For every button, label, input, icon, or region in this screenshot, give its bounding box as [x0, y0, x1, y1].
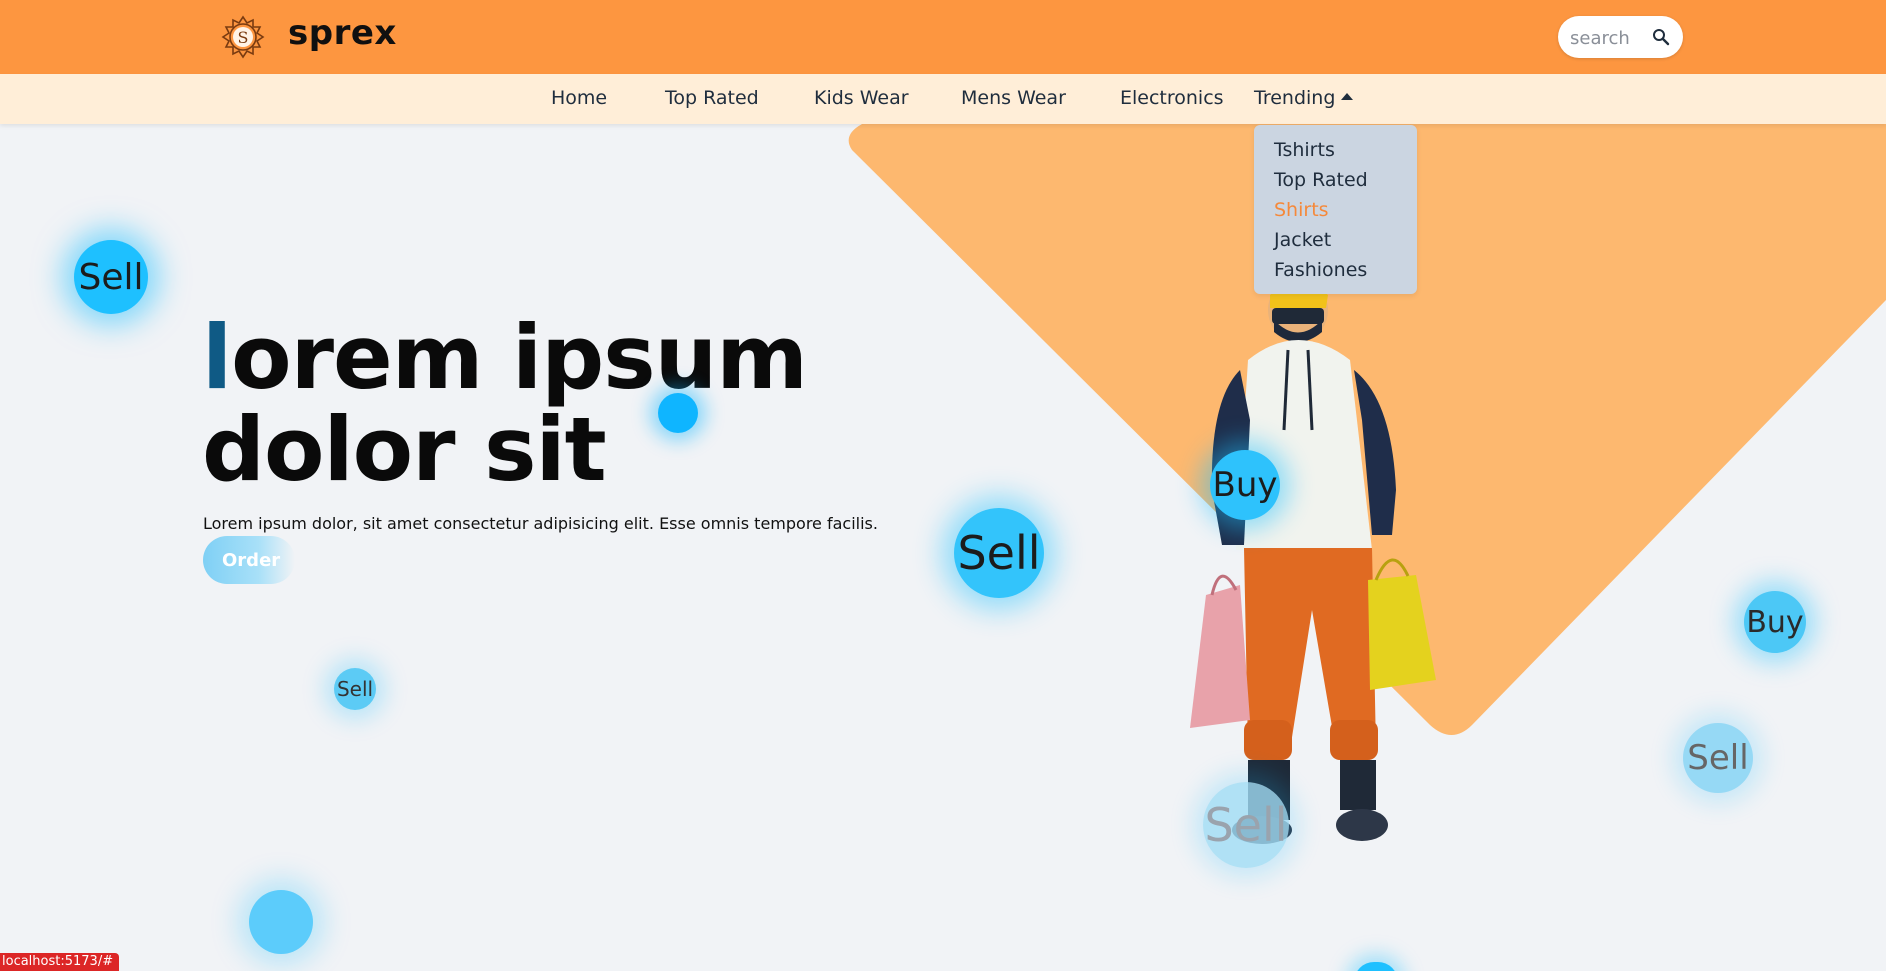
buy-bubble-label: Buy — [1212, 465, 1278, 505]
trending-dropdown-menu: Tshirts Top Rated Shirts Jacket Fashione… — [1254, 125, 1417, 294]
hero-title-line2: dolor sit — [202, 398, 607, 501]
sell-bubble-label: Sell — [78, 256, 144, 298]
decorative-bubble — [249, 890, 313, 954]
nav-item-trending[interactable]: Trending — [1254, 87, 1354, 109]
sell-bubble[interactable]: Sell — [1203, 782, 1289, 868]
sell-bubble-label: Sell — [1687, 738, 1749, 778]
brand-logo-icon[interactable]: S — [221, 15, 265, 59]
search-box — [1558, 16, 1683, 58]
hero-title-line1: orem ipsum — [231, 306, 808, 409]
sell-bubble[interactable]: Sell — [954, 508, 1044, 598]
dropdown-item-jacket[interactable]: Jacket — [1274, 229, 1331, 251]
decorative-bubble — [1354, 962, 1398, 971]
buy-bubble[interactable]: Buy — [1744, 591, 1806, 653]
sell-bubble[interactable]: Sell — [334, 668, 376, 710]
decorative-bubble — [658, 393, 698, 433]
dropdown-item-top-rated[interactable]: Top Rated — [1274, 169, 1368, 191]
dropdown-item-tshirts[interactable]: Tshirts — [1274, 139, 1335, 161]
hero-title: lorem ipsum dolor sit — [202, 312, 808, 496]
sell-bubble[interactable]: Sell — [1683, 723, 1753, 793]
nav-item-mens-wear[interactable]: Mens Wear — [961, 87, 1066, 109]
caret-up-icon — [1341, 93, 1354, 100]
nav-item-kids-wear[interactable]: Kids Wear — [814, 87, 909, 109]
sell-bubble-label: Sell — [957, 526, 1041, 580]
shopper-illustration — [1190, 280, 1436, 844]
main-navbar: Home Top Rated Kids Wear Mens Wear Elect… — [0, 74, 1886, 124]
dropdown-item-fashiones[interactable]: Fashiones — [1274, 259, 1367, 281]
sell-bubble-label: Sell — [336, 677, 374, 701]
search-input[interactable] — [1568, 22, 1652, 54]
sell-bubble-label: Sell — [1204, 798, 1288, 852]
hero-subtitle: Lorem ipsum dolor, sit amet consectetur … — [203, 514, 878, 533]
nav-item-top-rated[interactable]: Top Rated — [665, 87, 759, 109]
search-icon[interactable] — [1650, 26, 1672, 48]
buy-bubble-label: Buy — [1746, 604, 1804, 640]
hero-title-first-letter: l — [202, 306, 232, 409]
order-button[interactable]: Order — [203, 536, 295, 584]
nav-item-electronics[interactable]: Electronics — [1120, 87, 1224, 109]
dropdown-item-shirts[interactable]: Shirts — [1274, 199, 1329, 221]
buy-bubble[interactable]: Buy — [1210, 450, 1280, 520]
brand-name[interactable]: sprex — [288, 13, 397, 53]
nav-item-trending-label: Trending — [1254, 87, 1336, 109]
sell-bubble[interactable]: Sell — [74, 240, 148, 314]
status-bar-url: localhost:5173/# — [0, 953, 120, 971]
top-header: S sprex — [0, 0, 1886, 74]
nav-item-home[interactable]: Home — [551, 87, 607, 109]
svg-text:S: S — [238, 28, 249, 47]
